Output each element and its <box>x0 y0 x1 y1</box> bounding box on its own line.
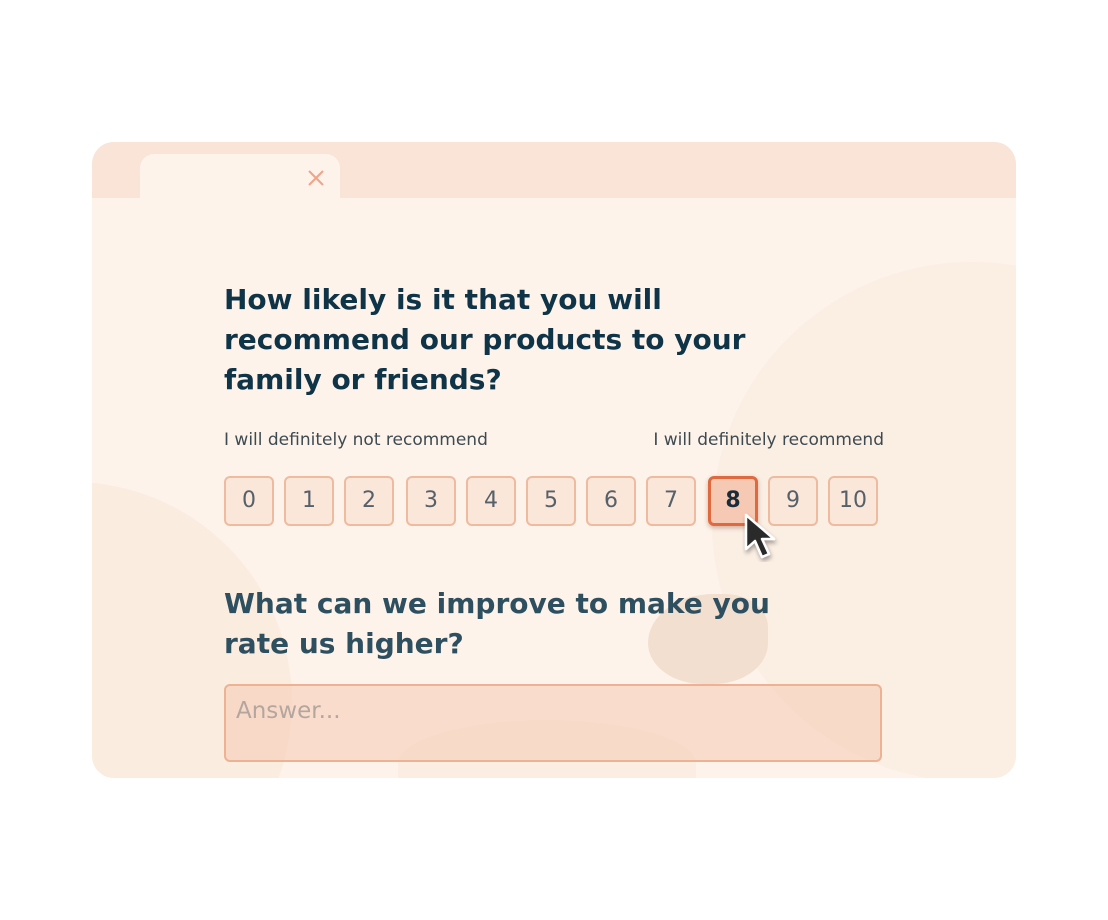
tab-bar <box>92 142 1016 204</box>
scale-max-label: I will definitely recommend <box>653 430 884 450</box>
answer-field[interactable] <box>224 684 882 762</box>
rating-scale: 0 1 2 3 4 5 6 7 8 9 10 <box>224 476 884 559</box>
question-improve: What can we improve to make you rate us … <box>224 587 770 660</box>
scale-labels: I will definitely not recommend I will d… <box>224 430 884 454</box>
survey-content: How likely is it that you will recommend… <box>224 280 884 762</box>
rating-button-1[interactable]: 1 <box>284 476 334 526</box>
rating-button-8[interactable]: 8 <box>708 476 758 526</box>
rating-button-5[interactable]: 5 <box>526 476 576 526</box>
browser-tab[interactable] <box>140 154 340 204</box>
rating-button-7[interactable]: 7 <box>646 476 696 526</box>
rating-button-0[interactable]: 0 <box>224 476 274 526</box>
rating-button-3[interactable]: 3 <box>406 476 456 526</box>
rating-button-9[interactable]: 9 <box>768 476 818 526</box>
close-icon[interactable] <box>304 166 328 190</box>
rating-button-6[interactable]: 6 <box>586 476 636 526</box>
survey-window: How likely is it that you will recommend… <box>92 142 1016 778</box>
question-recommend: How likely is it that you will recommend… <box>224 283 746 396</box>
scale-min-label: I will definitely not recommend <box>224 430 488 450</box>
rating-button-4[interactable]: 4 <box>466 476 516 526</box>
rating-button-10[interactable]: 10 <box>828 476 878 526</box>
rating-button-2[interactable]: 2 <box>344 476 394 526</box>
